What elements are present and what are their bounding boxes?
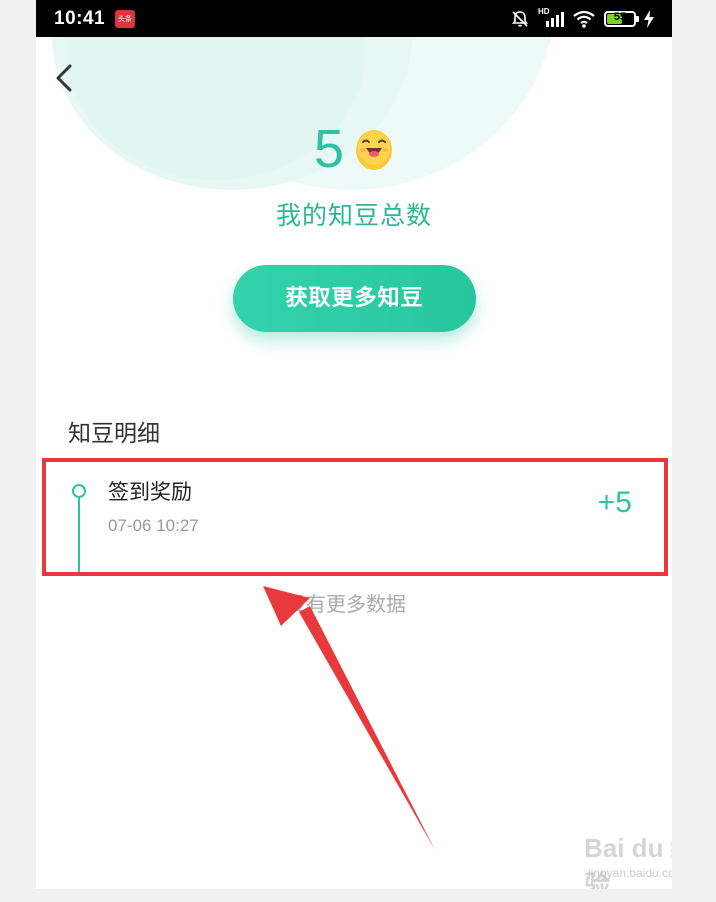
get-more-beans-button[interactable]: 获取更多知豆 [233, 265, 476, 332]
bean-mascot-icon [356, 130, 393, 170]
back-button[interactable] [50, 60, 80, 96]
total-label: 我的知豆总数 [275, 201, 432, 230]
chevron-left-icon [56, 64, 72, 92]
app-screen: 10:41 头条 HD 55 5 我的知豆总数 获取更多知豆 知豆明细 签到奖励… [36, 0, 672, 889]
total-count: 5 [313, 119, 345, 179]
battery-icon: 55 [604, 11, 639, 27]
timeline-line [78, 498, 80, 572]
total-summary: 5 [36, 118, 672, 180]
mute-bell-icon [511, 11, 529, 27]
watermark-logo: Bai du 经验 jingyan.baidu.com [584, 822, 672, 889]
charging-icon [644, 10, 654, 28]
battery-percent: 55 [613, 11, 627, 23]
signal-icon: HD [538, 7, 564, 29]
status-time: 10:41 [54, 8, 106, 29]
record-amount: +5 [597, 486, 632, 519]
status-icons: HD 55 [510, 7, 654, 30]
status-bar: 10:41 头条 HD 55 [36, 0, 672, 37]
details-title: 知豆明细 [68, 421, 160, 447]
timeline-dot [72, 484, 86, 498]
record-time: 07-06 10:27 [108, 516, 199, 535]
news-app-icon: 头条 [115, 10, 135, 28]
wifi-icon [573, 10, 595, 28]
watermark-url: jingyan.baidu.com [588, 866, 672, 880]
record-title: 签到奖励 [108, 480, 192, 504]
record-list-item[interactable]: 签到奖励 07-06 10:27 +5 [42, 458, 668, 576]
no-more-data-text: 没有更多数据 [286, 592, 406, 616]
